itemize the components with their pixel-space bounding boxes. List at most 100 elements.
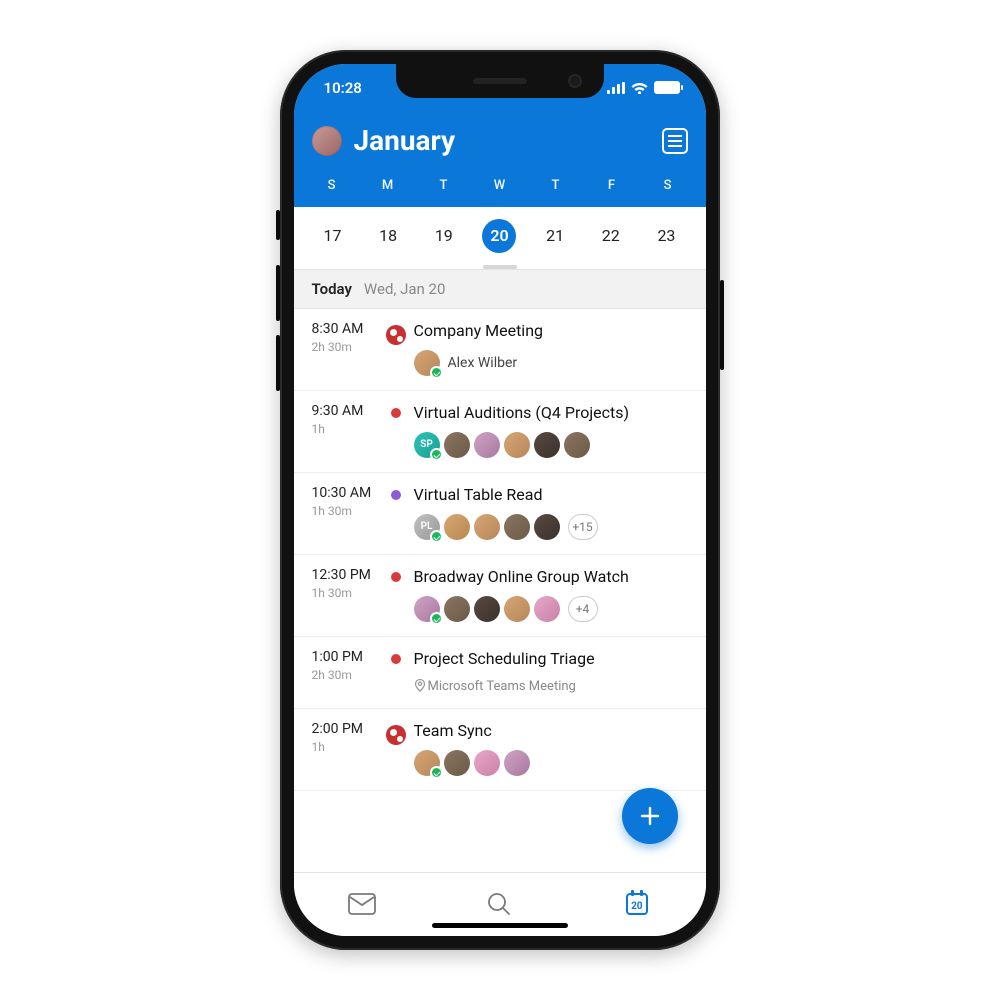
mail-icon xyxy=(348,893,376,915)
event-row[interactable]: 2:00 PM1h Team Sync xyxy=(294,709,706,791)
attendee-overflow-count[interactable]: +15 xyxy=(568,514,598,540)
event-duration: 1h 30m xyxy=(312,586,378,600)
attendee-avatar xyxy=(414,750,440,776)
event-time-col: 12:30 PM 1h 30m xyxy=(312,567,378,622)
home-indicator[interactable] xyxy=(432,923,568,928)
event-marker-col xyxy=(384,321,408,376)
event-row[interactable]: 1:00 PM2h 30mProject Scheduling TriageMi… xyxy=(294,637,706,709)
event-row[interactable]: 8:30 AM 2h 30m Company Meeting Alex Wilber xyxy=(294,309,706,391)
add-event-button[interactable] xyxy=(622,788,678,844)
event-row[interactable]: 12:30 PM 1h 30m Broadway Online Group Watc… xyxy=(294,555,706,637)
organizer-avatar xyxy=(414,350,440,376)
event-subline: Microsoft Teams Meeting xyxy=(414,678,688,694)
event-marker-col xyxy=(384,649,408,694)
dow-label: W xyxy=(484,178,516,193)
today-date: Wed, Jan 20 xyxy=(364,280,445,298)
event-duration: 1h xyxy=(312,422,378,436)
event-location: Microsoft Teams Meeting xyxy=(414,678,576,694)
event-duration: 2h 30m xyxy=(312,340,378,354)
battery-icon xyxy=(654,81,680,94)
month-title[interactable]: January xyxy=(354,124,650,157)
today-label: Today xyxy=(312,280,352,298)
event-time-col: 10:30 AM 1h 30m xyxy=(312,485,378,540)
event-start: 10:30 AM xyxy=(312,485,378,501)
attendee-avatar xyxy=(444,432,470,458)
event-subline: Alex Wilber xyxy=(414,350,688,376)
attendee-avatar xyxy=(504,596,530,622)
date-cell[interactable]: 21 xyxy=(538,219,572,253)
event-row[interactable]: 9:30 AM1h Virtual Auditions (Q4 Projects)… xyxy=(294,391,706,473)
event-subline: +4 xyxy=(414,596,688,622)
event-row[interactable]: 10:30 AM 1h 30m Virtual Table Read PL +15 xyxy=(294,473,706,555)
event-start: 12:30 PM xyxy=(312,567,378,583)
attendee-avatar xyxy=(444,750,470,776)
attendee-avatar xyxy=(444,514,470,540)
date-cell[interactable]: 19 xyxy=(427,219,461,253)
event-title: Project Scheduling Triage xyxy=(414,649,688,668)
event-body: Virtual Auditions (Q4 Projects)SP xyxy=(414,403,688,458)
date-cell[interactable]: 17 xyxy=(316,219,350,253)
attendee-avatar xyxy=(474,432,500,458)
attendee-avatar xyxy=(504,432,530,458)
attendee-overflow-count[interactable]: +4 xyxy=(568,596,598,622)
calendar-header: January SMTWTFS xyxy=(294,112,706,207)
attendee-avatar: SP xyxy=(414,432,440,458)
organizer-name: Alex Wilber xyxy=(448,355,518,371)
nav-mail[interactable] xyxy=(294,873,431,936)
date-cell[interactable]: 20 xyxy=(482,219,516,253)
event-title: Company Meeting xyxy=(414,321,688,340)
attendee-avatars: SP xyxy=(414,432,590,458)
attendee-avatars xyxy=(414,750,530,776)
event-body: Team Sync xyxy=(414,721,688,776)
dow-label: T xyxy=(540,178,572,193)
attendee-avatar xyxy=(474,514,500,540)
calendar-color-dot xyxy=(391,408,401,418)
attendee-avatar xyxy=(414,596,440,622)
accepted-check-icon xyxy=(430,366,443,379)
calendar-color-dot xyxy=(391,490,401,500)
nav-calendar[interactable]: 20 xyxy=(568,873,705,936)
status-time: 10:28 xyxy=(324,79,362,97)
event-body: Project Scheduling Triage Microsoft Teams… xyxy=(414,649,688,694)
event-marker-col xyxy=(384,567,408,622)
date-cell[interactable]: 22 xyxy=(594,219,628,253)
event-duration: 1h 30m xyxy=(312,504,378,518)
event-body: Broadway Online Group Watch+4 xyxy=(414,567,688,622)
event-title: Team Sync xyxy=(414,721,688,740)
events-list[interactable]: 8:30 AM 2h 30m Company Meeting Alex Wilber 9… xyxy=(294,309,706,872)
event-time-col: 2:00 PM1h xyxy=(312,721,378,776)
attendee-avatar xyxy=(564,432,590,458)
week-dates-strip[interactable]: 17 18 19 20 21 22 23 xyxy=(294,207,706,269)
event-title: Virtual Table Read xyxy=(414,485,688,504)
day-of-week-row: SMTWTFS xyxy=(312,166,688,207)
attendee-avatar xyxy=(474,596,500,622)
event-start: 8:30 AM xyxy=(312,321,378,337)
dow-label: M xyxy=(372,178,404,193)
dow-label: F xyxy=(596,178,628,193)
attendee-avatar xyxy=(504,514,530,540)
location-pin-icon xyxy=(414,678,426,692)
accepted-check-icon xyxy=(430,530,443,543)
attendee-avatar xyxy=(504,750,530,776)
cellular-signal-icon xyxy=(607,82,625,94)
event-subline: PL +15 xyxy=(414,514,688,540)
event-time-col: 9:30 AM1h xyxy=(312,403,378,458)
profile-avatar[interactable] xyxy=(312,126,342,156)
agenda-view-icon[interactable] xyxy=(662,128,688,154)
event-subline: SP xyxy=(414,432,688,458)
accepted-check-icon xyxy=(430,612,443,625)
device-notch xyxy=(396,64,604,98)
attendee-avatars: PL +15 xyxy=(414,514,598,540)
teams-meeting-icon xyxy=(386,325,406,345)
phone-frame: 10:28 January SMTWTFS 17181920212223 xyxy=(280,50,720,950)
calendar-icon-date: 20 xyxy=(631,901,642,912)
date-cell[interactable]: 18 xyxy=(371,219,405,253)
attendee-avatar: PL xyxy=(414,514,440,540)
attendee-avatars: +4 xyxy=(414,596,598,622)
event-marker-col xyxy=(384,721,408,776)
wifi-icon xyxy=(631,81,648,94)
date-cell[interactable]: 23 xyxy=(649,219,683,253)
plus-icon xyxy=(637,803,663,829)
screen: 10:28 January SMTWTFS 17181920212223 xyxy=(294,64,706,936)
event-time-col: 8:30 AM 2h 30m xyxy=(312,321,378,376)
